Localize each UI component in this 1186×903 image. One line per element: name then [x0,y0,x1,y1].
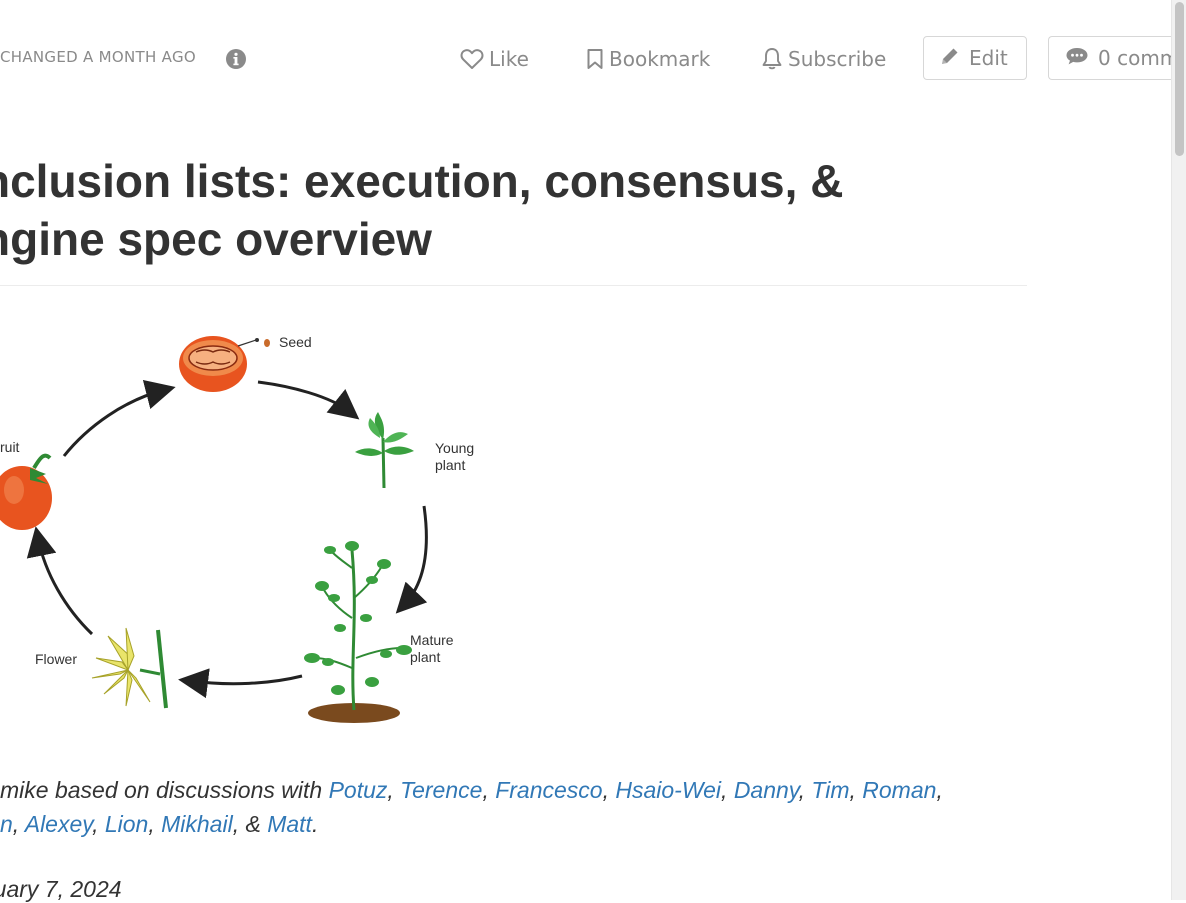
author-link[interactable]: Potuz [329,777,388,803]
cycle-arrows [26,379,428,699]
bookmark-button[interactable]: Bookmark [586,40,710,78]
bookmark-label: Bookmark [609,47,711,71]
comments-button[interactable]: 0 comme [1048,36,1186,80]
last-changed-text: CHANGED A MONTH AGO [0,48,196,66]
title-line-2: ngine spec overview [0,213,432,265]
label-mature-plant-1: Mature [410,632,454,648]
label-mature-plant-2: plant [410,649,440,665]
author-link[interactable]: Lion [105,811,148,837]
edit-label: Edit [969,46,1008,70]
label-young-plant-2: plant [435,457,465,473]
plant-life-cycle-figure: Seed Young plant Mature plant Flower rui… [0,318,500,738]
author-link[interactable]: Roman [862,777,936,803]
title-divider [0,285,1027,286]
author-link[interactable]: Francesco [495,777,602,803]
top-toolbar: CHANGED A MONTH AGO Like Bookmark Subscr… [0,0,1186,118]
credits-paragraph: mike based on discussions with Potuz, Te… [0,777,943,837]
like-label: Like [489,47,529,71]
pencil-icon [940,46,960,71]
article-title: nclusion lists: execution, consensus, & … [0,152,1022,268]
bell-icon [761,47,783,71]
like-button[interactable]: Like [460,40,529,78]
edit-button[interactable]: Edit [923,36,1027,80]
credits-ampersand: & [245,811,261,837]
bookmark-icon [586,48,604,70]
label-young-plant-1: Young [435,440,474,456]
label-flower: Flower [35,651,77,667]
label-fruit: ruit [0,439,20,455]
author-link[interactable]: Matt [267,811,312,837]
author-link[interactable]: Danny [734,777,799,803]
seed-illustration [179,336,270,392]
subscribe-label: Subscribe [788,47,887,71]
author-link[interactable]: Tim [811,777,849,803]
info-icon[interactable] [225,48,247,70]
label-seed: Seed [279,334,312,350]
credits-prefix: mike based on discussions with [0,777,329,803]
comment-icon [1065,46,1089,71]
credits-end: . [311,811,319,837]
fruit-illustration [0,453,52,530]
heart-icon [460,48,484,70]
author-link[interactable]: Terence [400,777,482,803]
author-link[interactable]: Mikhail [161,811,233,837]
mature-plant-illustration [304,541,412,723]
scrollbar-thumb[interactable] [1175,2,1184,156]
flower-illustration [91,627,168,709]
title-line-1: nclusion lists: execution, consensus, & [0,155,844,207]
author-link[interactable]: Alexey [25,811,92,837]
subscribe-button[interactable]: Subscribe [761,40,886,78]
article-date: ruary 7, 2024 [0,876,122,902]
young-plant-illustration [355,412,414,489]
author-link[interactable]: Hsaio-Wei [615,777,721,803]
vertical-scrollbar[interactable] [1171,0,1186,900]
author-link[interactable]: n [0,811,13,837]
